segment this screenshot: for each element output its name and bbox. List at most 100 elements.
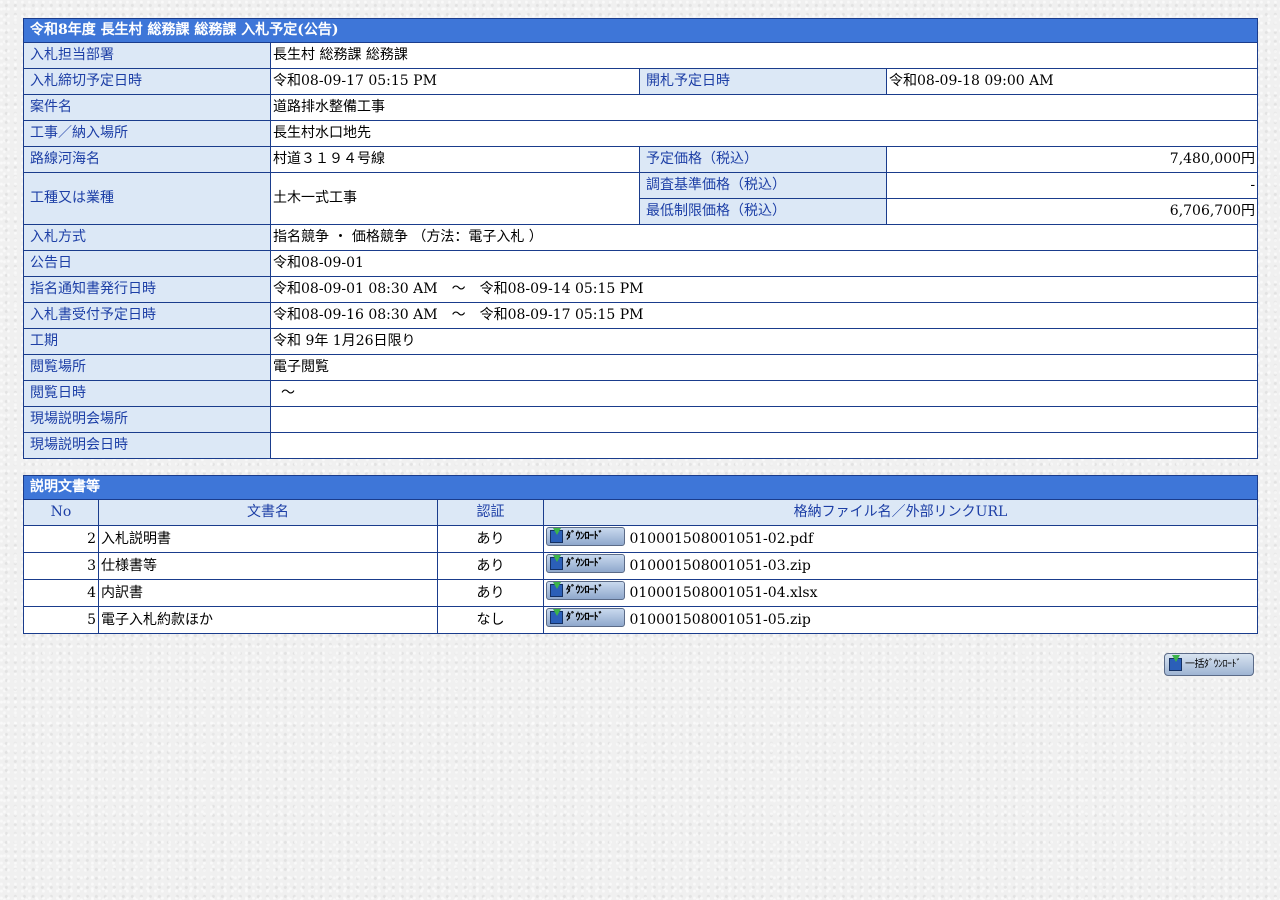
- row-deadline: 入札締切予定日時 令和08-09-17 05:15 PM 開札予定日時 令和08…: [23, 68, 1259, 95]
- value-survey-price: -: [885, 172, 1259, 199]
- row-notice-issue: 指名通知書発行日時 令和08-09-01 08:30 AM ～ 令和08-09-…: [23, 276, 1259, 303]
- row-route: 路線河海名 村道３１９４号線 予定価格（税込） 7,480,000円: [23, 146, 1259, 173]
- value-opening: 令和08-09-18 09:00 AM: [885, 68, 1259, 95]
- table-row: 4 内訳書 あり ﾀﾞｳﾝﾛｰﾄﾞ 010001508001051-04.xls…: [23, 579, 1258, 607]
- value-dept: 長生村 総務課 総務課: [269, 42, 1259, 69]
- download-arrow-icon: [553, 582, 561, 589]
- documents-header-row: No 文書名 認証 格納ファイル名／外部リンクURL: [23, 499, 1258, 526]
- doc-no: 3: [23, 552, 99, 580]
- documents-title: 説明文書等: [23, 475, 1258, 500]
- doc-auth: あり: [437, 552, 544, 580]
- label-view-date: 閲覧日時: [23, 380, 271, 407]
- doc-name: 内訳書: [98, 579, 438, 607]
- value-route: 村道３１９４号線: [270, 146, 640, 173]
- doc-auth: あり: [437, 579, 544, 607]
- row-briefing-place: 現場説明会場所: [23, 406, 1259, 433]
- doc-name: 仕様書等: [98, 552, 438, 580]
- notice-title-row: 令和8年度 長生村 総務課 総務課 入札予定(公告): [22, 18, 1259, 43]
- doc-no: 4: [23, 579, 99, 607]
- row-view-date: 閲覧日時 ～: [23, 380, 1259, 407]
- label-dept: 入札担当部署: [23, 42, 271, 69]
- doc-name: 入札説明書: [98, 525, 438, 553]
- doc-file-name: 010001508001051-02.pdf: [629, 531, 814, 547]
- value-view-place: 電子閲覧: [269, 354, 1259, 381]
- value-bid-accept: 令和08-09-16 08:30 AM ～ 令和08-09-17 05:15 P…: [269, 302, 1259, 329]
- doc-auth: なし: [437, 606, 544, 634]
- label-deadline: 入札締切予定日時: [23, 68, 271, 95]
- value-view-date: ～: [269, 380, 1259, 407]
- doc-file-name: 010001508001051-04.xlsx: [629, 585, 818, 601]
- notice-title: 令和8年度 長生村 総務課 総務課 入札予定(公告): [22, 18, 1259, 43]
- row-dept: 入札担当部署 長生村 総務課 総務課: [23, 42, 1259, 69]
- label-survey-price: 調査基準価格（税込）: [639, 172, 887, 199]
- value-announce-date: 令和08-09-01: [269, 250, 1259, 277]
- table-row: 3 仕様書等 あり ﾀﾞｳﾝﾛｰﾄﾞ 010001508001051-03.zi…: [23, 552, 1258, 580]
- row-method: 入札方式 指名競争 ・ 価格競争 （方法：電子入札 ）: [23, 224, 1259, 251]
- header-no: No: [23, 499, 99, 526]
- documents-table: 説明文書等 No 文書名 認証 格納ファイル名／外部リンクURL 2 入札説明書…: [23, 475, 1258, 634]
- doc-file-name: 010001508001051-03.zip: [629, 558, 811, 574]
- bulk-download-label: 一括ﾀﾞｳﾝﾛｰﾄﾞ: [1185, 659, 1242, 670]
- value-planned-price: 7,480,000円: [885, 146, 1259, 173]
- row-location: 工事／納入場所 長生村水口地先: [23, 120, 1259, 147]
- header-auth: 認証: [437, 499, 544, 526]
- doc-file-cell: ﾀﾞｳﾝﾛｰﾄﾞ 010001508001051-05.zip: [543, 606, 1258, 634]
- label-period: 工期: [23, 328, 271, 355]
- download-arrow-icon: [1172, 655, 1180, 662]
- label-route: 路線河海名: [23, 146, 271, 173]
- table-row: 2 入札説明書 あり ﾀﾞｳﾝﾛｰﾄﾞ 010001508001051-02.p…: [23, 525, 1258, 553]
- value-method: 指名競争 ・ 価格競争 （方法：電子入札 ）: [269, 224, 1259, 251]
- label-case-name: 案件名: [23, 94, 271, 121]
- doc-file-cell: ﾀﾞｳﾝﾛｰﾄﾞ 010001508001051-04.xlsx: [543, 579, 1258, 607]
- label-location: 工事／納入場所: [23, 120, 271, 147]
- label-opening: 開札予定日時: [639, 68, 887, 95]
- value-briefing-place: [269, 406, 1259, 433]
- value-briefing-date: [269, 432, 1259, 459]
- doc-name: 電子入札約款ほか: [98, 606, 438, 634]
- row-announce-date: 公告日 令和08-09-01: [23, 250, 1259, 277]
- value-period: 令和 9年 1月26日限り: [269, 328, 1259, 355]
- doc-no: 5: [23, 606, 99, 634]
- label-planned-price: 予定価格（税込）: [639, 146, 887, 173]
- row-work-type: 工種又は業種 土木一式工事 調査基準価格（税込） -: [23, 172, 1259, 225]
- value-location: 長生村水口地先: [269, 120, 1259, 147]
- label-briefing-place: 現場説明会場所: [23, 406, 271, 433]
- download-arrow-icon: [553, 555, 561, 562]
- download-button[interactable]: ﾀﾞｳﾝﾛｰﾄﾞ: [546, 554, 625, 573]
- download-button-label: ﾀﾞｳﾝﾛｰﾄﾞ: [566, 612, 604, 623]
- label-work-type: 工種又は業種: [23, 172, 271, 225]
- label-bid-accept: 入札書受付予定日時: [23, 302, 271, 329]
- download-button[interactable]: ﾀﾞｳﾝﾛｰﾄﾞ: [546, 581, 625, 600]
- label-min-price: 最低制限価格（税込）: [639, 198, 887, 225]
- page-content: 令和8年度 長生村 総務課 総務課 入札予定(公告) 入札担当部署 長生村 総務…: [22, 18, 1259, 634]
- header-file: 格納ファイル名／外部リンクURL: [543, 499, 1258, 526]
- download-arrow-icon: [553, 528, 561, 535]
- row-briefing-date: 現場説明会日時: [23, 432, 1259, 459]
- doc-file-name: 010001508001051-05.zip: [629, 612, 811, 628]
- value-case-name: 道路排水整備工事: [269, 94, 1259, 121]
- value-min-price: 6,706,700円: [885, 198, 1259, 225]
- doc-no: 2: [23, 525, 99, 553]
- row-period: 工期 令和 9年 1月26日限り: [23, 328, 1259, 355]
- download-button-label: ﾀﾞｳﾝﾛｰﾄﾞ: [566, 558, 604, 569]
- download-arrow-icon: [553, 609, 561, 616]
- bid-notice-table: 令和8年度 長生村 総務課 総務課 入札予定(公告) 入札担当部署 長生村 総務…: [22, 18, 1259, 459]
- doc-auth: あり: [437, 525, 544, 553]
- download-button-label: ﾀﾞｳﾝﾛｰﾄﾞ: [566, 531, 604, 542]
- doc-file-cell: ﾀﾞｳﾝﾛｰﾄﾞ 010001508001051-03.zip: [543, 552, 1258, 580]
- row-view-place: 閲覧場所 電子閲覧: [23, 354, 1259, 381]
- label-view-place: 閲覧場所: [23, 354, 271, 381]
- row-bid-accept: 入札書受付予定日時 令和08-09-16 08:30 AM ～ 令和08-09-…: [23, 302, 1259, 329]
- header-doc-name: 文書名: [98, 499, 438, 526]
- bulk-download-area: 一括ﾀﾞｳﾝﾛｰﾄﾞ: [1164, 653, 1254, 676]
- row-case-name: 案件名 道路排水整備工事: [23, 94, 1259, 121]
- download-button[interactable]: ﾀﾞｳﾝﾛｰﾄﾞ: [546, 527, 625, 546]
- value-deadline: 令和08-09-17 05:15 PM: [270, 68, 640, 95]
- label-notice-issue: 指名通知書発行日時: [23, 276, 271, 303]
- value-notice-issue: 令和08-09-01 08:30 AM ～ 令和08-09-14 05:15 P…: [269, 276, 1259, 303]
- bulk-download-button[interactable]: 一括ﾀﾞｳﾝﾛｰﾄﾞ: [1164, 653, 1254, 676]
- download-button-label: ﾀﾞｳﾝﾛｰﾄﾞ: [566, 585, 604, 596]
- download-button[interactable]: ﾀﾞｳﾝﾛｰﾄﾞ: [546, 608, 625, 627]
- table-row: 5 電子入札約款ほか なし ﾀﾞｳﾝﾛｰﾄﾞ 010001508001051-0…: [23, 606, 1258, 634]
